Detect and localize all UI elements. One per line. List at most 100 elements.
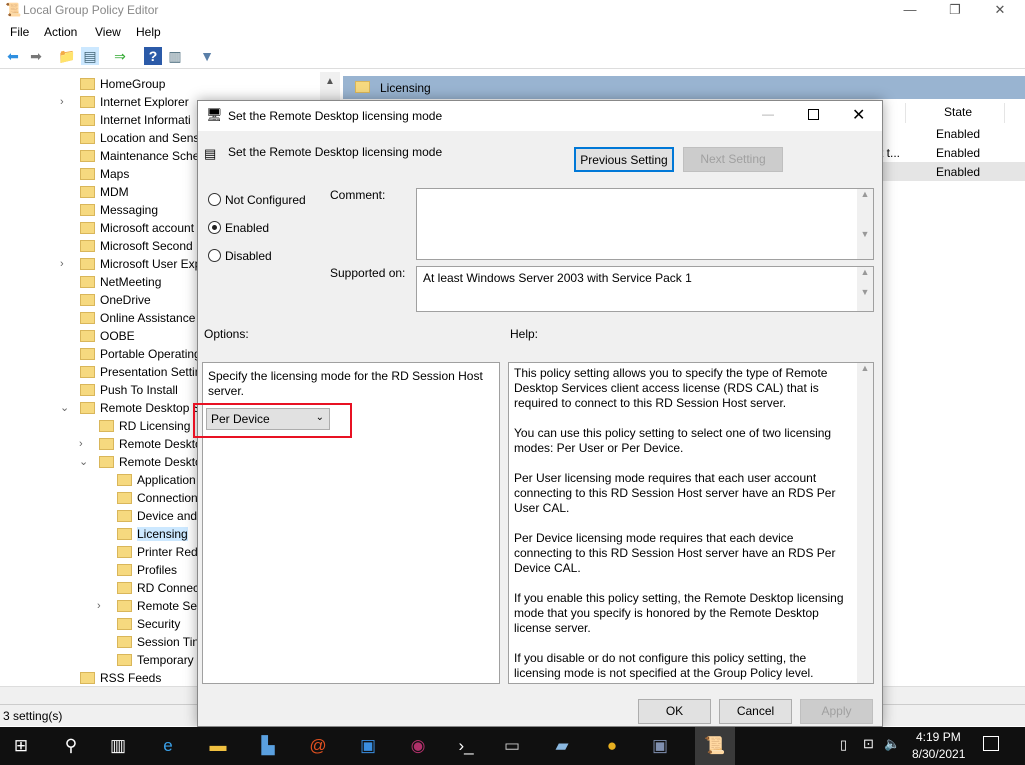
tree-item[interactable]: HomeGroup bbox=[80, 75, 165, 93]
help-scrollbar[interactable]: ▲ bbox=[857, 363, 873, 683]
tree-item[interactable]: OOBE bbox=[80, 327, 135, 345]
tree-item[interactable]: Application bbox=[117, 471, 196, 489]
tree-item[interactable]: Temporary bbox=[117, 651, 194, 669]
menu-help[interactable]: Help bbox=[136, 25, 161, 39]
tree-item[interactable]: NetMeeting bbox=[80, 273, 161, 291]
next-setting-button[interactable]: Next Setting bbox=[683, 147, 783, 172]
chrome-icon[interactable]: ● bbox=[599, 733, 625, 759]
tree-item[interactable]: Maintenance Sche bbox=[80, 147, 199, 165]
chevron-down-icon[interactable]: ⌄ bbox=[79, 453, 91, 471]
export-list-icon[interactable]: ⇒ bbox=[111, 47, 129, 65]
start-icon[interactable]: ⊞ bbox=[8, 733, 34, 759]
radio-button[interactable] bbox=[208, 221, 221, 234]
notepad-app-icon[interactable]: ▰ bbox=[549, 733, 575, 759]
radio-enabled[interactable]: Enabled bbox=[208, 220, 328, 236]
group-policy-editor-icon[interactable]: 📜 bbox=[695, 727, 735, 765]
clock-time[interactable]: 4:19 PM bbox=[916, 730, 961, 744]
comment-textarea[interactable]: ▲ ▼ bbox=[416, 188, 874, 260]
volume-muted-icon[interactable]: 🔈 bbox=[884, 736, 900, 752]
tree-item[interactable]: Licensing bbox=[117, 525, 188, 543]
tree-item[interactable]: ⌄ Remote Deskto bbox=[79, 453, 202, 471]
clock-date[interactable]: 8/30/2021 bbox=[912, 747, 965, 761]
tree-item[interactable]: ⌄ Remote Desktop S bbox=[60, 399, 201, 417]
supported-scrollbar[interactable]: ▲ ▼ bbox=[857, 267, 873, 311]
tree-item[interactable]: Location and Sens bbox=[80, 129, 199, 147]
tree-item[interactable]: Microsoft Second bbox=[80, 237, 193, 255]
tree-item[interactable]: Portable Operating bbox=[80, 345, 201, 363]
tree-item[interactable]: RD Connec bbox=[117, 579, 199, 597]
column-header-state[interactable]: State bbox=[905, 103, 1005, 123]
chevron-right-icon[interactable]: › bbox=[97, 597, 109, 615]
tree-item[interactable]: Profiles bbox=[117, 561, 177, 579]
chevron-right-icon[interactable]: › bbox=[60, 93, 72, 111]
usb-icon[interactable]: ▯ bbox=[840, 737, 847, 753]
dialog-maximize-button[interactable] bbox=[808, 109, 819, 120]
menu-view[interactable]: View bbox=[95, 25, 121, 39]
chevron-right-icon[interactable]: › bbox=[60, 255, 72, 273]
tree-item[interactable]: Internet Informati bbox=[80, 111, 191, 129]
task-view-icon[interactable]: ▥ bbox=[105, 733, 131, 759]
file-explorer-icon[interactable]: ▬ bbox=[205, 733, 231, 759]
tree-item[interactable]: › Internet Explorer bbox=[60, 93, 189, 111]
tree-item[interactable]: MDM bbox=[80, 183, 129, 201]
database-icon[interactable]: ◉ bbox=[405, 733, 431, 759]
scroll-up-icon[interactable]: ▲ bbox=[325, 76, 335, 87]
tree-item[interactable]: › Remote Deskto bbox=[79, 435, 202, 453]
server-manager-icon[interactable]: ▙ bbox=[255, 733, 281, 759]
show-hide-action-icon[interactable]: ▥ bbox=[166, 47, 184, 65]
radio-button[interactable] bbox=[208, 193, 221, 206]
tree-item[interactable]: Presentation Settin bbox=[80, 363, 201, 381]
app-red-icon[interactable]: @ bbox=[305, 733, 331, 759]
previous-setting-button[interactable]: Previous Setting bbox=[574, 147, 674, 172]
menu-action[interactable]: Action bbox=[44, 25, 77, 39]
tree-item[interactable]: Microsoft account bbox=[80, 219, 194, 237]
comment-scrollbar[interactable]: ▲ ▼ bbox=[857, 189, 873, 259]
tree-item[interactable]: Connection bbox=[117, 489, 198, 507]
powershell-icon[interactable]: ›_ bbox=[453, 733, 479, 759]
up-folder-icon[interactable]: 📁 bbox=[58, 47, 76, 65]
tree-item[interactable]: Push To Install bbox=[80, 381, 178, 399]
tree-item[interactable]: Printer Red bbox=[117, 543, 198, 561]
cmd-icon[interactable]: ▭ bbox=[499, 733, 525, 759]
tree-item[interactable]: › Remote Se bbox=[97, 597, 197, 615]
maximize-button[interactable]: ❐ bbox=[932, 0, 978, 20]
radio-disabled[interactable]: Disabled bbox=[208, 248, 328, 264]
help-icon[interactable]: ? bbox=[144, 47, 162, 65]
cancel-button[interactable]: Cancel bbox=[719, 699, 792, 724]
search-icon[interactable]: ⚲ bbox=[58, 733, 84, 759]
chevron-down-icon[interactable]: ⌄ bbox=[60, 399, 72, 417]
back-icon[interactable]: ⬅ bbox=[4, 47, 22, 65]
show-hide-tree-icon[interactable]: ▤ bbox=[81, 47, 99, 65]
tree-item[interactable]: RSS Feeds bbox=[80, 669, 161, 686]
dialog-close-button[interactable]: ✕ bbox=[852, 105, 865, 125]
menu-file[interactable]: File bbox=[10, 25, 29, 39]
ok-button[interactable]: OK bbox=[638, 699, 711, 724]
radio-button[interactable] bbox=[208, 249, 221, 262]
internet-explorer-icon[interactable]: e bbox=[155, 733, 181, 759]
highlight-box bbox=[193, 403, 352, 438]
tree-item-label: Printer Red bbox=[137, 545, 198, 559]
minimize-button[interactable]: — bbox=[887, 0, 933, 20]
tree-item[interactable]: Messaging bbox=[80, 201, 158, 219]
menu-bar: File Action View Help bbox=[0, 21, 1025, 42]
apply-button[interactable]: Apply bbox=[800, 699, 873, 724]
dialog-minimize-button[interactable]: — bbox=[762, 107, 774, 121]
tree-item[interactable]: Device and bbox=[117, 507, 197, 525]
tree-item[interactable]: Online Assistance bbox=[80, 309, 195, 327]
tree-item[interactable]: Session Tin bbox=[117, 633, 199, 651]
tree-item[interactable]: Security bbox=[117, 615, 180, 633]
tree-item[interactable]: › Microsoft User Exp bbox=[60, 255, 201, 273]
forward-icon[interactable]: ➡ bbox=[27, 47, 45, 65]
tree-item[interactable]: Maps bbox=[80, 165, 129, 183]
radio-not-configured[interactable]: Not Configured bbox=[208, 192, 328, 208]
close-button[interactable]: ✕ bbox=[977, 0, 1023, 20]
network-app-icon[interactable]: ▣ bbox=[647, 733, 673, 759]
tree-item[interactable]: RD Licensing bbox=[99, 417, 190, 435]
filter-icon[interactable]: ▼ bbox=[198, 47, 216, 65]
network-icon[interactable]: ⊡ bbox=[863, 736, 874, 752]
tree-item[interactable]: OneDrive bbox=[80, 291, 151, 309]
chevron-right-icon[interactable]: › bbox=[79, 435, 91, 453]
control-panel-icon[interactable]: ▣ bbox=[355, 733, 381, 759]
notifications-icon[interactable] bbox=[983, 736, 999, 751]
tree-item-label: Microsoft account bbox=[100, 221, 195, 235]
